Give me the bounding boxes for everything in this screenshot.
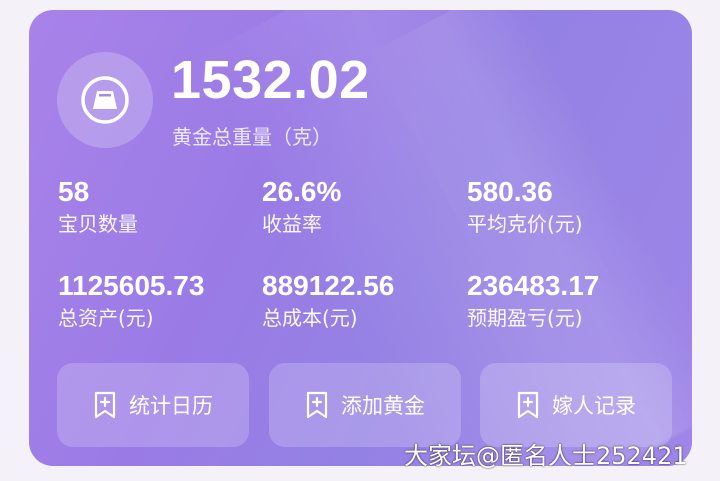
stat-expected-pnl: 236483.17 预期盈亏(元): [467, 270, 599, 332]
stat-value: 26.6%: [262, 176, 342, 207]
bookmark-plus-icon: [93, 391, 117, 419]
stat-label: 宝贝数量: [58, 212, 138, 236]
stat-value: 58: [58, 176, 90, 207]
stat-value: 236483.17: [467, 270, 600, 301]
total-weight-value: 1532.02: [171, 50, 370, 110]
gold-summary-card: 1532.02 黄金总重量（克） 58 宝贝数量 26.6% 收益率 580.3…: [29, 10, 692, 466]
marriage-records-button[interactable]: 嫁人记录: [480, 363, 672, 447]
stat-value: 889122.56: [262, 270, 395, 301]
gold-bar-avatar: [57, 52, 153, 148]
add-gold-button[interactable]: 添加黄金: [269, 363, 461, 447]
stat-label: 收益率: [262, 212, 322, 236]
watermark-text: 大家坛@匿名人士252421: [404, 442, 688, 470]
button-label: 统计日历: [129, 394, 213, 418]
stat-item-count: 58 宝贝数量: [58, 176, 138, 238]
gold-bar-icon: [81, 76, 129, 124]
stat-value: 580.36: [467, 176, 553, 207]
stat-total-assets: 1125605.73 总资产(元): [58, 270, 204, 332]
stat-avg-price: 580.36 平均克价(元): [467, 176, 583, 238]
button-label: 嫁人记录: [552, 394, 636, 418]
stat-return-rate: 26.6% 收益率: [262, 176, 341, 238]
button-label: 添加黄金: [341, 394, 425, 418]
stat-label: 预期盈亏(元): [467, 306, 583, 330]
total-weight-label: 黄金总重量（克）: [172, 125, 332, 149]
bookmark-plus-icon: [516, 391, 540, 419]
bookmark-plus-icon: [305, 391, 329, 419]
stat-label: 平均克价(元): [467, 212, 583, 236]
stat-value: 1125605.73: [58, 270, 205, 301]
stats-calendar-button[interactable]: 统计日历: [57, 363, 249, 447]
stat-total-cost: 889122.56 总成本(元): [262, 270, 394, 332]
stat-label: 总成本(元): [262, 306, 358, 330]
stat-label: 总资产(元): [58, 306, 154, 330]
